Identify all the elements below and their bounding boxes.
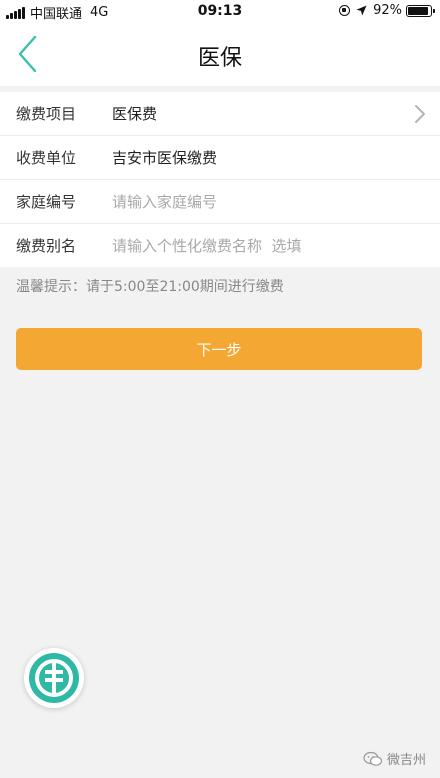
row-family-number: 家庭编号 — [0, 180, 440, 224]
watermark: 微吉州 — [363, 749, 426, 768]
row-label: 收费单位 — [16, 149, 77, 167]
back-button[interactable] — [10, 32, 54, 76]
row-charging-unit: 收费单位 吉安市医保缴费 — [0, 136, 440, 180]
payment-item-value: 医保费 — [112, 105, 158, 123]
battery-icon — [406, 4, 435, 17]
row-label: 缴费项目 — [16, 105, 77, 123]
watermark-text: 微吉州 — [386, 753, 426, 768]
status-bar: 中国联通 4G 09:13 92% — [0, 0, 440, 22]
row-label: 家庭编号 — [16, 193, 77, 211]
row-label: 缴费别名 — [16, 237, 77, 255]
next-step-button[interactable]: 下一步 — [16, 328, 422, 370]
bank-logo-button[interactable] — [24, 648, 84, 708]
payment-alias-input[interactable] — [112, 236, 412, 255]
battery-percent: 92% — [373, 3, 402, 18]
chevron-right-icon — [415, 105, 425, 123]
location-arrow-icon — [356, 5, 367, 16]
charging-unit-value: 吉安市医保缴费 — [112, 149, 218, 167]
nav-bar: 医保 — [0, 22, 440, 86]
chevron-left-icon — [18, 35, 37, 73]
page-title: 医保 — [197, 46, 242, 71]
rotation-lock-icon — [339, 5, 351, 16]
bank-logo-icon — [29, 653, 79, 703]
status-right: 92% — [339, 3, 435, 18]
row-payment-item[interactable]: 缴费项目 医保费 — [0, 92, 440, 136]
wechat-icon — [363, 751, 383, 766]
payment-form: 缴费项目 医保费 收费单位 吉安市医保缴费 家庭编号 缴费别名 — [0, 92, 440, 267]
payment-hint: 温馨提示：请于5:00至21:00期间进行缴费 — [16, 279, 284, 295]
battery-fill — [408, 6, 429, 15]
row-payment-alias: 缴费别名 — [0, 224, 440, 267]
family-number-input[interactable] — [112, 192, 412, 211]
